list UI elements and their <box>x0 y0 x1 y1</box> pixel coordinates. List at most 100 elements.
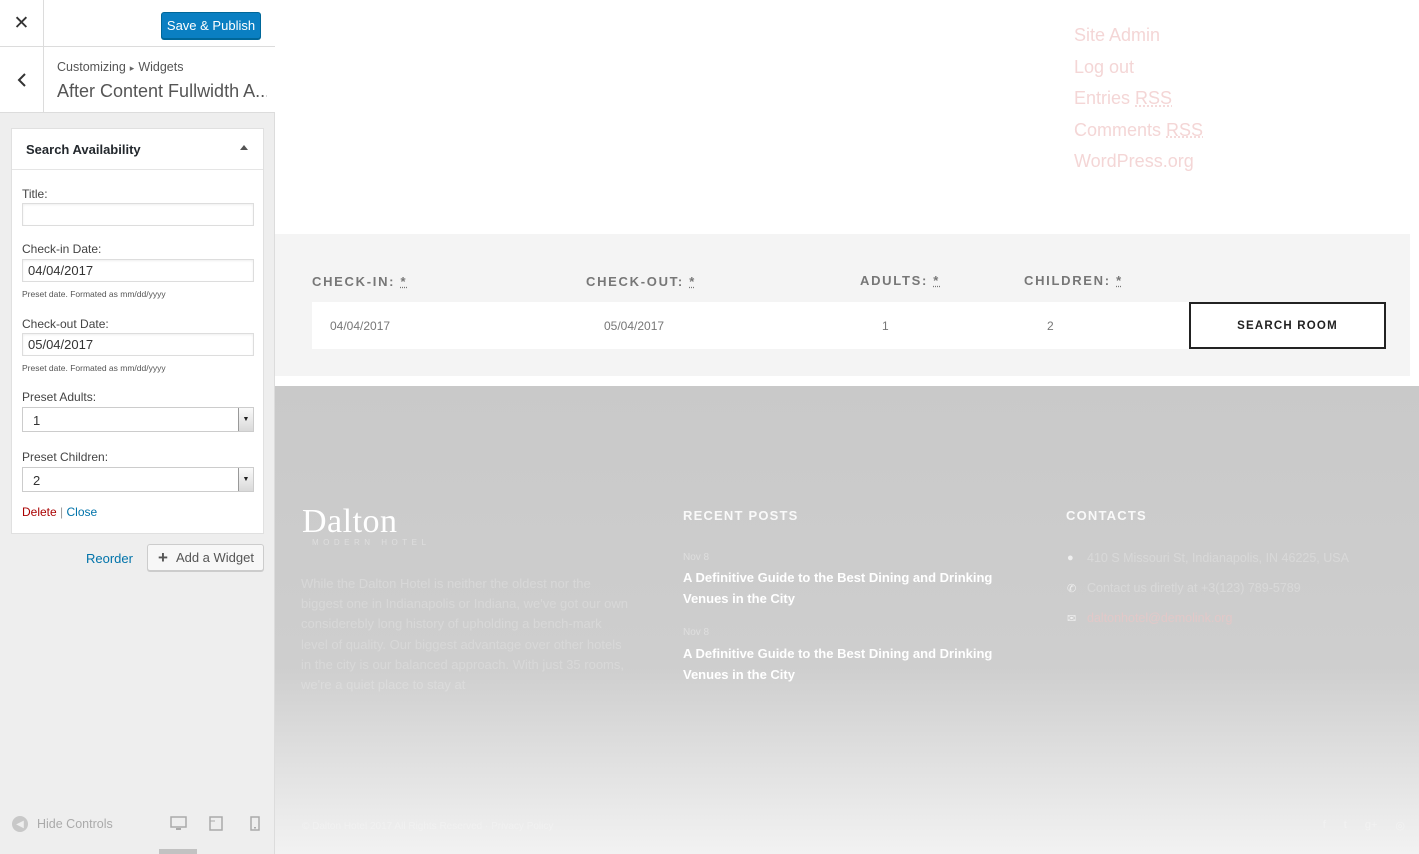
site-admin-link[interactable]: Site Admin <box>1074 20 1203 52</box>
children-select[interactable]: 2 <box>1047 319 1054 333</box>
comments-rss-abbr: RSS <box>1166 119 1204 140</box>
recent-posts-heading: RECENT POSTS <box>683 508 799 523</box>
mail-icon: ✉ <box>1067 612 1077 625</box>
mobile-preview-icon[interactable] <box>250 816 260 831</box>
checkout-field-label: CHECK-OUT: * <box>586 274 696 289</box>
wordpress-org-link[interactable]: WordPress.org <box>1074 146 1203 178</box>
phone-text: Contact us diretly at +3(123) 789-5789 <box>1087 581 1301 595</box>
required-mark: * <box>933 273 941 288</box>
checkin-date-input[interactable] <box>22 259 254 282</box>
checkin-field-label: CHECK-IN: * <box>312 274 407 289</box>
widget-title: Search Availability <box>26 142 141 157</box>
checkin-help-text: Preset date. Formated as mm/dd/yyyy <box>22 289 166 299</box>
preset-adults-label: Preset Adults: <box>22 390 97 404</box>
adults-field-label: ADULTS: * <box>860 273 940 288</box>
adults-label-text: ADULTS: <box>860 273 928 288</box>
reorder-link[interactable]: Reorder <box>86 551 133 566</box>
required-mark: * <box>1116 273 1123 288</box>
google-plus-icon[interactable]: g+ <box>1365 819 1378 832</box>
post-date: Nov 8 <box>683 552 710 563</box>
post-title-link[interactable]: A Definitive Guide to the Best Dining an… <box>683 567 993 609</box>
required-mark: * <box>689 274 696 289</box>
children-field-label: CHILDREN: * <box>1024 273 1123 288</box>
arrow-left-circle-icon: ◀ <box>12 816 28 832</box>
title-input[interactable] <box>22 203 254 226</box>
logo-name: Dalton <box>302 503 398 540</box>
social-links: f t g+ ◎ <box>1323 819 1405 832</box>
search-room-button[interactable]: SEARCH ROOM <box>1189 302 1386 349</box>
hide-controls-label: Hide Controls <box>37 817 113 831</box>
logo-tagline: MODERN HOTEL <box>312 538 431 547</box>
dropdown-arrow-icon[interactable]: ▼ <box>238 408 253 431</box>
add-widget-label: Add a Widget <box>175 550 254 565</box>
email-link[interactable]: daltonhotel@demolink.org <box>1087 611 1232 625</box>
back-button[interactable] <box>0 47 44 113</box>
checkout-label-text: CHECK-OUT: <box>586 274 684 289</box>
section-title: After Content Fullwidth A... <box>57 81 267 101</box>
entries-rss-abbr: RSS <box>1135 88 1173 109</box>
section-header: Customizing ▸ Widgets After Content Fullwi… <box>0 47 275 113</box>
instagram-icon[interactable]: ◎ <box>1395 819 1405 832</box>
comments-rss-link[interactable]: Comments RSS <box>1074 115 1203 147</box>
copyright-text: © Dalton Hotel 2017 All Rights Reserved … <box>302 821 554 832</box>
preset-children-select[interactable]: 2 ▼ <box>22 467 254 492</box>
checkout-input[interactable]: 05/04/2017 <box>604 319 664 333</box>
post-title-link[interactable]: A Definitive Guide to the Best Dining an… <box>683 643 993 685</box>
comments-prefix: Comments <box>1074 119 1167 140</box>
checkout-date-label: Check-out Date: <box>22 317 109 331</box>
tablet-preview-icon[interactable] <box>209 816 223 831</box>
facebook-icon[interactable]: f <box>1323 819 1326 832</box>
collapse-arrow-icon[interactable] <box>240 145 248 150</box>
children-label-text: CHILDREN: <box>1024 273 1111 288</box>
breadcrumb: Customizing ▸ Widgets <box>57 60 183 74</box>
preset-adults-value: 1 <box>33 413 41 428</box>
desktop-preview-icon[interactable] <box>170 816 187 831</box>
preset-adults-select[interactable]: 1 ▼ <box>22 407 254 432</box>
address-text: 410 S Missouri St, Indianapolis, IN 4622… <box>1087 551 1349 565</box>
action-separator: | <box>60 505 64 519</box>
checkout-date-input[interactable] <box>22 333 254 356</box>
log-out-link[interactable]: Log out <box>1074 52 1203 84</box>
close-customizer-button[interactable]: ✕ <box>0 0 44 47</box>
site-footer: Dalton MODERN HOTEL While the Dalton Hot… <box>275 386 1419 854</box>
about-text: While the Dalton Hotel is neither the ol… <box>301 576 628 693</box>
entries-prefix: Entries <box>1074 88 1136 109</box>
adults-select[interactable]: 1 <box>882 319 889 333</box>
checkin-label-text: CHECK-IN: <box>312 274 396 289</box>
title-label: Title: <box>22 187 48 201</box>
checkin-input[interactable]: 04/04/2017 <box>330 319 390 333</box>
contact-phone: ✆ Contact us diretly at +3(123) 789-5789 <box>1067 581 1301 595</box>
save-publish-button[interactable]: Save & Publish <box>161 12 261 39</box>
search-availability-widget: Search Availability Title: Check-in Date… <box>11 128 264 534</box>
post-date: Nov 8 <box>683 627 710 638</box>
dalton-logo[interactable]: Dalton MODERN HOTEL <box>302 503 430 547</box>
breadcrumb-root: Customizing <box>57 60 126 74</box>
active-device-indicator <box>159 849 197 854</box>
preset-children-label: Preset Children: <box>22 450 109 464</box>
add-widget-button[interactable]: + Add a Widget <box>147 544 264 571</box>
search-inputs-row: 04/04/2017 05/04/2017 1 2 <box>312 302 1190 349</box>
customizer-sidebar: ✕ Save & Publish Customizing ▸ Widgets Aft… <box>0 0 275 854</box>
customizer-footer: ◀ Hide Controls <box>0 808 275 854</box>
close-icon: ✕ <box>13 13 30 34</box>
required-mark: * <box>400 274 408 289</box>
contacts-heading: CONTACTS <box>1066 508 1147 523</box>
twitter-icon[interactable]: t <box>1344 819 1347 832</box>
widget-header[interactable]: Search Availability <box>12 129 263 170</box>
hide-controls-button[interactable]: ◀ Hide Controls <box>12 816 113 832</box>
checkout-help-text: Preset date. Formated as mm/dd/yyyy <box>22 363 166 373</box>
contact-email: ✉ daltonhotel@demolink.org <box>1067 611 1232 625</box>
delete-link[interactable]: Delete <box>22 505 57 519</box>
plus-icon: + <box>158 548 168 567</box>
contact-address: ● 410 S Missouri St, Indianapolis, IN 46… <box>1067 551 1349 565</box>
entries-rss-link[interactable]: Entries RSS <box>1074 83 1203 115</box>
close-link[interactable]: Close <box>67 505 98 519</box>
preset-children-value: 2 <box>33 473 41 488</box>
chevron-left-icon <box>17 73 26 87</box>
breadcrumb-current: Widgets <box>138 60 184 74</box>
map-pin-icon: ● <box>1067 552 1074 564</box>
customizer-header: ✕ Save & Publish <box>0 0 275 47</box>
checkin-date-label: Check-in Date: <box>22 242 102 256</box>
widget-actions: Delete | Close <box>22 505 97 519</box>
dropdown-arrow-icon[interactable]: ▼ <box>238 468 253 491</box>
